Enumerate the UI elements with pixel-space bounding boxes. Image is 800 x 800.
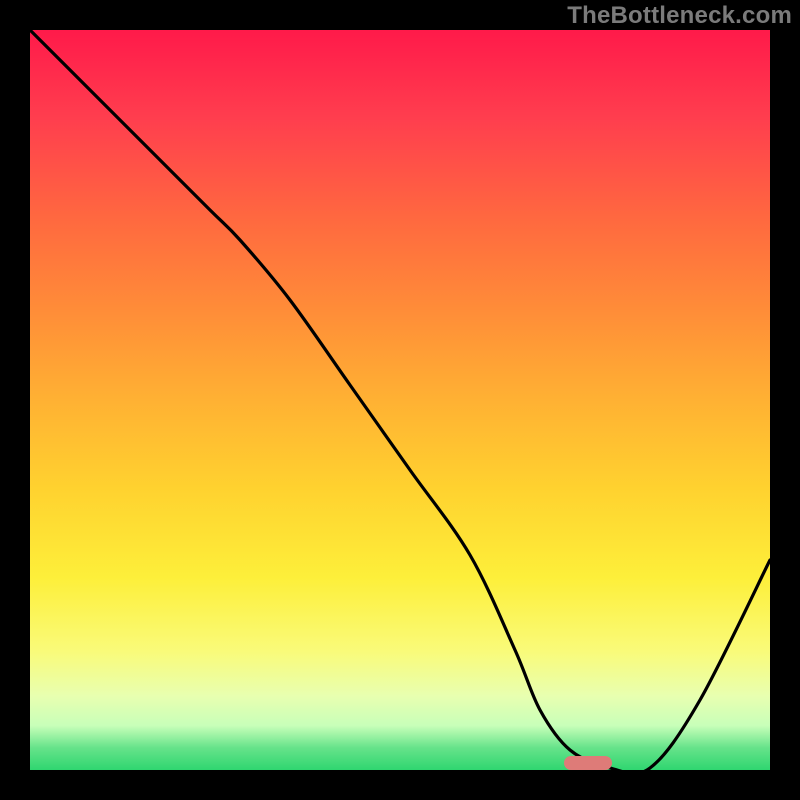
watermark-text: TheBottleneck.com [567, 2, 792, 30]
bottleneck-curve [30, 30, 770, 770]
plot-area [30, 30, 770, 770]
curve-path [30, 30, 770, 770]
chart-frame: TheBottleneck.com [0, 0, 800, 800]
optimum-marker [564, 756, 612, 770]
